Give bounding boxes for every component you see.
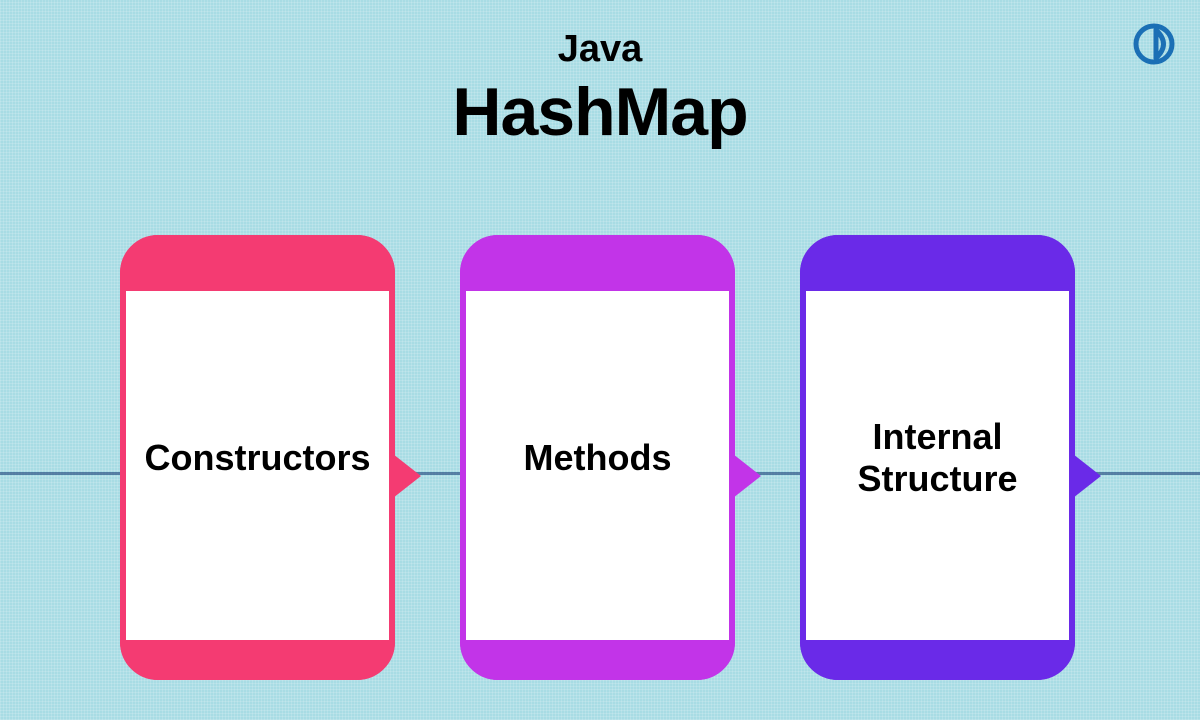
card-methods: Methods — [460, 235, 735, 680]
arrow-right-icon — [393, 454, 421, 498]
card-cap — [120, 235, 395, 291]
card-label: Constructors — [134, 437, 380, 478]
brand-logo-icon — [1132, 22, 1176, 66]
card-cap — [120, 640, 395, 680]
card-internal-structure: InternalStructure — [800, 235, 1075, 680]
card-label: InternalStructure — [847, 416, 1027, 499]
card-cap — [800, 640, 1075, 680]
card-constructors: Constructors — [120, 235, 395, 680]
card-cap — [800, 235, 1075, 291]
subtitle: Java — [0, 28, 1200, 71]
card-cap — [460, 640, 735, 680]
card-label: Methods — [514, 437, 682, 478]
arrow-right-icon — [1073, 454, 1101, 498]
main-title: HashMap — [0, 73, 1200, 151]
arrow-right-icon — [733, 454, 761, 498]
connector-line — [0, 472, 120, 475]
card-cap — [460, 235, 735, 291]
diagram-title-group: Java HashMap — [0, 0, 1200, 151]
